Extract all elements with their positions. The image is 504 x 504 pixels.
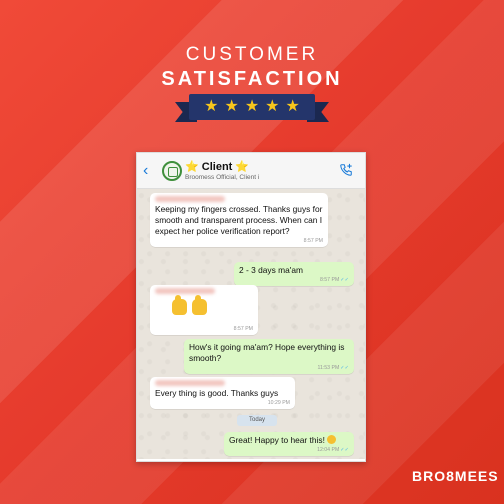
message-time: 8:57 PM <box>303 238 323 245</box>
rating-ribbon: ★ ★ ★ ★ ★ <box>175 94 329 122</box>
sender-name-redacted <box>155 288 215 294</box>
chat-header: ‹ ⭐ Client ⭐ Broomess Official, Client i <box>137 153 365 189</box>
sender-name-redacted <box>155 380 225 386</box>
message-bubble[interactable]: Great! Happy to hear this! 12:04 PM✓✓ <box>224 432 354 457</box>
message-text: 2 - 3 days ma'am <box>239 265 303 275</box>
message-text: Every thing is good. Thanks guys <box>155 388 279 398</box>
message-time: 8:57 PM <box>233 326 253 333</box>
phone-plus-icon[interactable] <box>339 163 353 177</box>
contact-subtitle: Broomess Official, Client i <box>185 174 260 181</box>
star-icon: ⭐ <box>235 161 250 173</box>
contact-name[interactable]: ⭐ Client ⭐ <box>185 160 249 173</box>
message-text: How's it going ma'am? Hope everything is… <box>189 342 345 364</box>
star-icon: ★ <box>285 98 300 115</box>
message-bubble[interactable]: 2 - 3 days ma'am 8:57 PM✓✓ <box>234 262 354 287</box>
star-icon: ★ <box>244 98 260 115</box>
chat-screenshot: ‹ ⭐ Client ⭐ Broomess Official, Client i… <box>136 152 366 462</box>
heading-satisfaction: SATISFACTION <box>161 68 343 90</box>
star-icon: ★ <box>224 98 239 115</box>
sender-name-redacted <box>155 196 225 202</box>
star-icon: ⭐ <box>185 161 199 173</box>
heading-customer: CUSTOMER <box>185 44 319 65</box>
star-icon: ★ <box>204 98 219 115</box>
message-bubble[interactable]: Keeping my fingers crossed. Thanks guys … <box>150 193 328 248</box>
ribbon-band: ★ ★ ★ ★ ★ <box>189 94 315 120</box>
smile-emoji-icon <box>326 435 336 444</box>
chat-body: Keeping my fingers crossed. Thanks guys … <box>137 189 365 459</box>
message-bubble[interactable]: 8:57 PM <box>150 285 258 335</box>
message-time: 11:53 PM✓✓ <box>317 365 349 372</box>
message-time: 8:57 PM✓✓ <box>319 277 349 284</box>
message-text: Great! Happy to hear this! <box>229 435 349 446</box>
message-bubble[interactable]: How's it going ma'am? Hope everything is… <box>184 339 354 375</box>
contact-name-label: Client <box>201 161 233 173</box>
message-text: Keeping my fingers crossed. Thanks guys … <box>155 204 323 237</box>
message-bubble[interactable]: Every thing is good. Thanks guys 10:29 P… <box>150 377 295 410</box>
star-icon: ★ <box>265 98 280 115</box>
chevron-left-icon[interactable]: ‹ <box>143 162 148 180</box>
thumbs-up-icon <box>172 295 253 318</box>
message-time: 12:04 PM✓✓ <box>317 447 349 454</box>
day-separator: Today <box>237 415 277 426</box>
message-time: 10:29 PM <box>267 400 290 407</box>
brand-logo: BRO8MEES <box>412 468 499 484</box>
avatar[interactable] <box>162 161 182 181</box>
